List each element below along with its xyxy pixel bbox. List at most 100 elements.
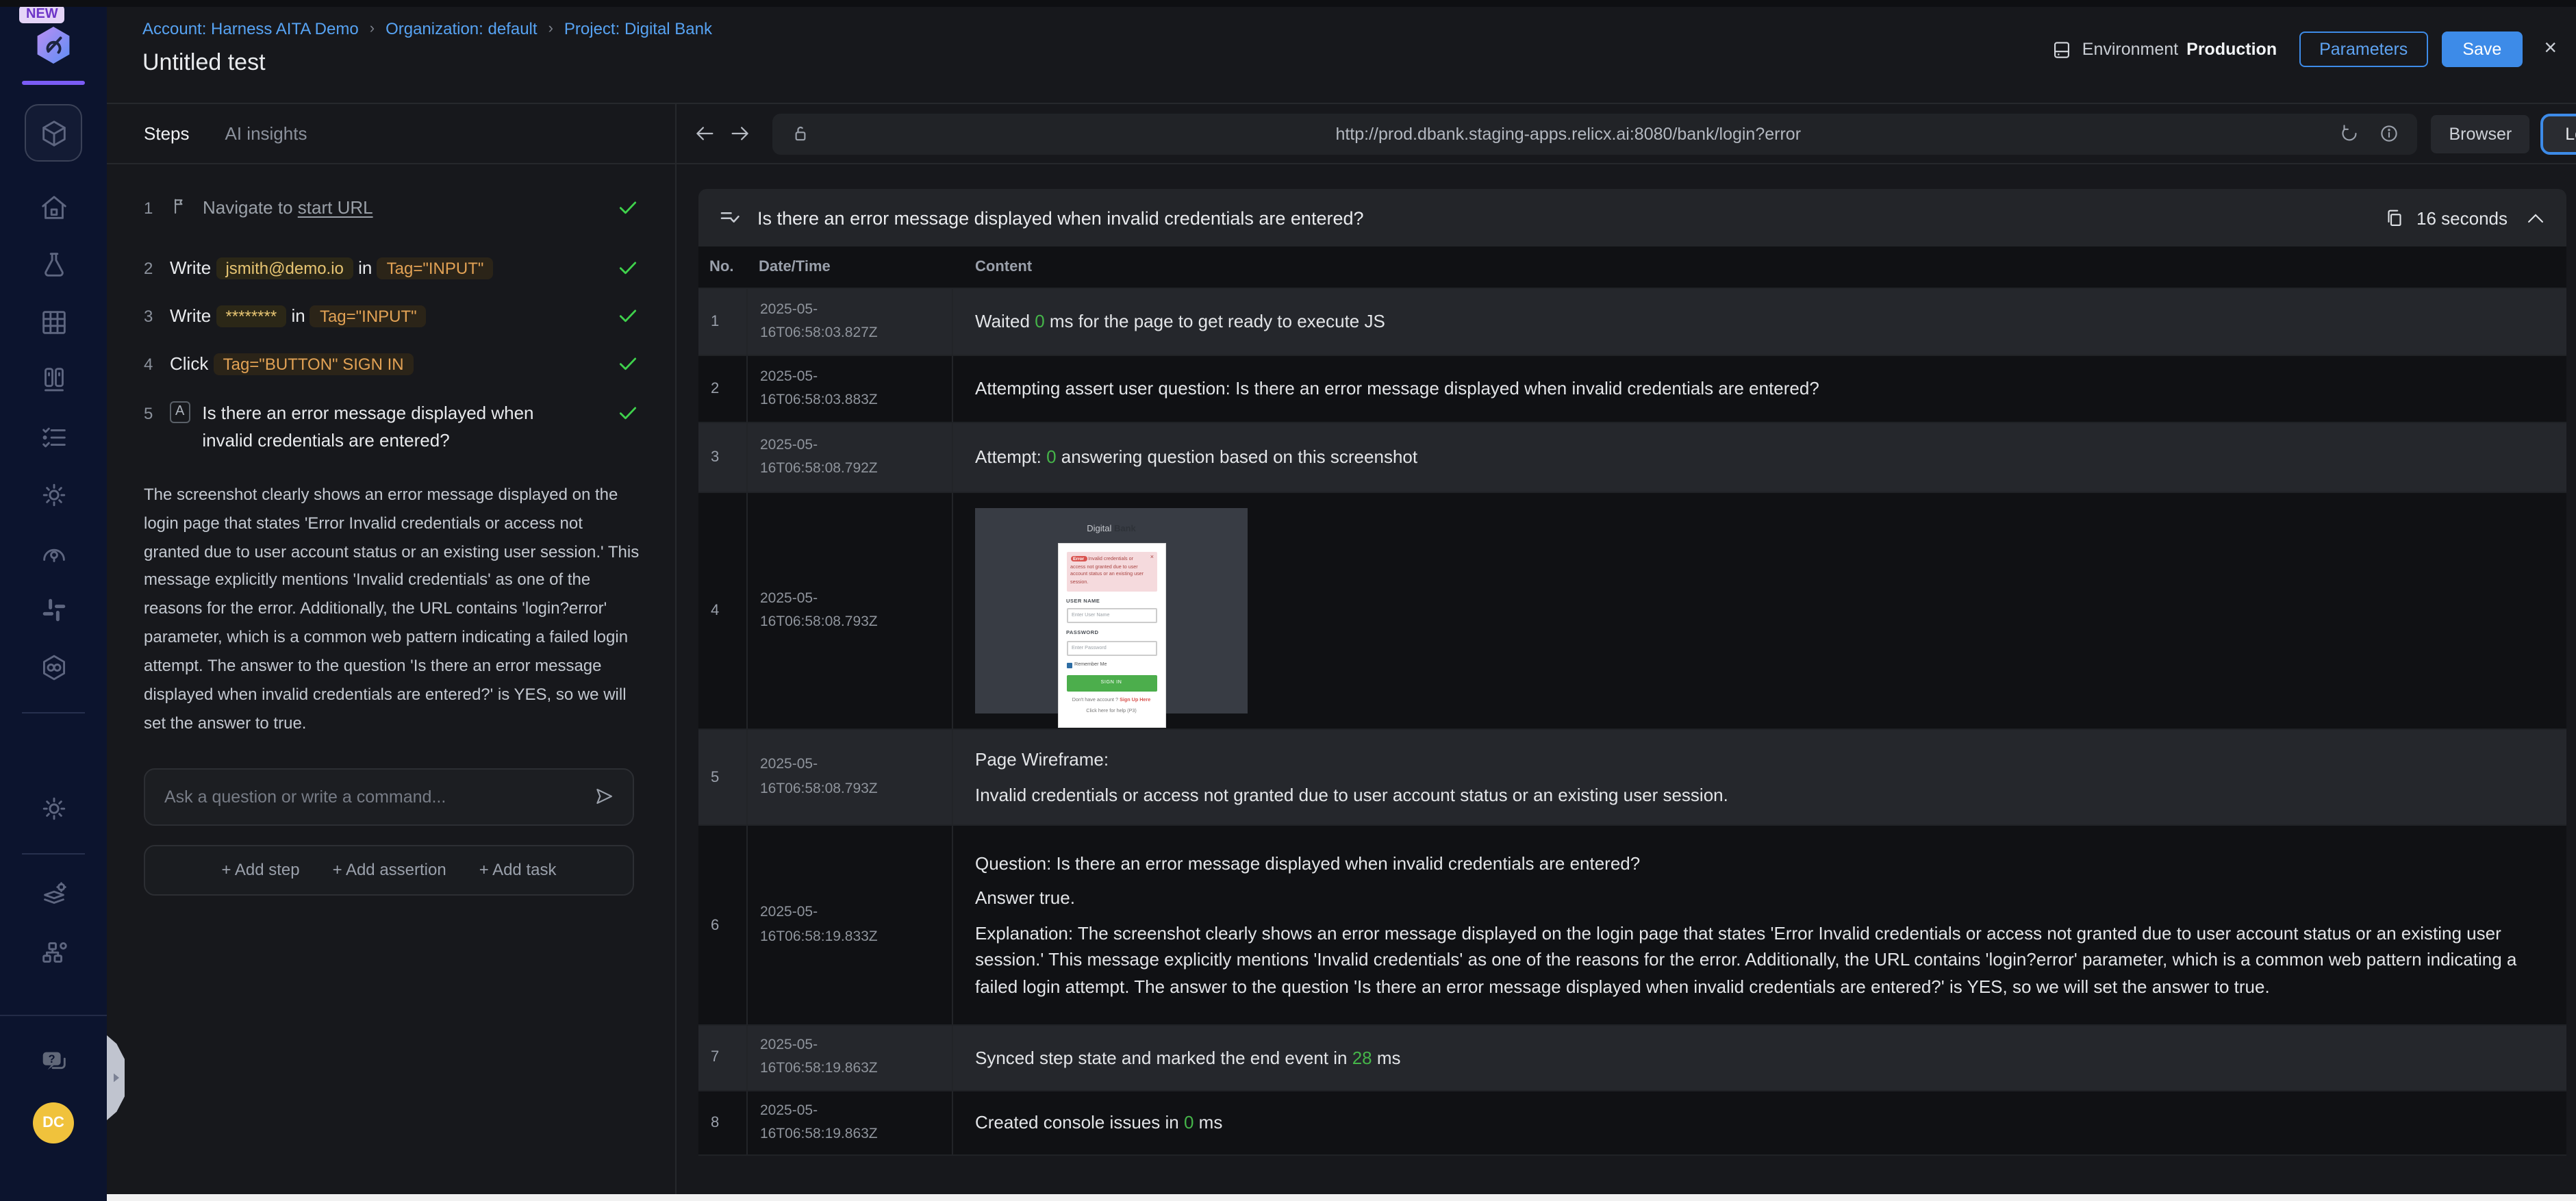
log-row: 1 2025-05- 16T06:58:03.827Z Waited 0 ms f… [698, 289, 2566, 356]
breadcrumb-org[interactable]: Organization: default [386, 19, 538, 38]
logs-button[interactable]: Lo [2540, 113, 2576, 154]
browser-button[interactable]: Browser [2431, 114, 2530, 153]
close-icon[interactable]: × [2544, 38, 2557, 60]
row-date-line1: 2025-05- [760, 590, 818, 607]
row-date-line2: 16T06:58:19.863Z [760, 1125, 878, 1142]
thumb-brand: Digital Bank [1087, 523, 1136, 537]
row-date-line1: 2025-05- [760, 1037, 818, 1053]
sidebar-divider-2 [22, 853, 85, 855]
thumb-error-banner: Error Invalid credentials or access not … [1066, 551, 1157, 592]
thumb-login-card: Error Invalid credentials or access not … [1058, 543, 1165, 727]
command-input-box [144, 768, 634, 826]
info-icon[interactable] [2378, 122, 2401, 145]
assertion-log-header[interactable]: Is there an error message displayed when… [698, 189, 2566, 246]
row-date-line1: 2025-05- [760, 1102, 818, 1119]
row-text: answering question based on this screens… [1056, 446, 1418, 468]
row-text: Waited [975, 311, 1035, 332]
home-icon[interactable] [38, 192, 69, 223]
thumb-remember-label: Remember Me [1074, 661, 1107, 668]
row-no: 7 [698, 1026, 748, 1090]
chevron-up-icon[interactable] [2524, 206, 2547, 229]
library-icon[interactable] [38, 364, 69, 396]
row-text: ms [1372, 1047, 1401, 1068]
row-content: Created console issues in 0 ms [953, 1091, 2566, 1154]
harness-logo[interactable] [33, 23, 74, 67]
flask-icon[interactable] [38, 249, 69, 281]
avatar[interactable]: DC [33, 1102, 74, 1143]
start-url-link[interactable]: start URL [298, 197, 373, 218]
step-value-badge: ******** [216, 305, 287, 328]
step-row-5[interactable]: 5 A Is there an error message displayed … [144, 399, 642, 455]
save-button[interactable]: Save [2442, 31, 2523, 67]
step-text-prefix: Navigate to [203, 197, 293, 218]
step-row-1[interactable]: 1 Navigate to start URL [144, 194, 642, 222]
send-icon[interactable] [593, 785, 616, 808]
help-chat-icon[interactable]: ? [38, 1046, 69, 1078]
active-module-indicator [22, 81, 85, 85]
step-number: 4 [144, 355, 153, 375]
breadcrumb-project[interactable]: Project: Digital Bank [564, 19, 712, 38]
step-number: 3 [144, 307, 153, 327]
row-no: 4 [698, 493, 748, 729]
pipelines-icon[interactable] [38, 652, 69, 683]
sidebar-item-module[interactable] [25, 104, 82, 162]
add-assertion-button[interactable]: + Add assertion [333, 860, 446, 879]
environment-icon [2054, 41, 2070, 58]
step-target-badge: Tag="INPUT" [310, 305, 427, 328]
layers-settings-icon[interactable] [38, 879, 69, 911]
row-highlight: 0 [1046, 446, 1057, 468]
content-row: Steps AI insights 1 Navigate to start UR… [107, 104, 2576, 1194]
log-row: 3 2025-05- 16T06:58:08.792Z Attempt: 0 an… [698, 423, 2566, 493]
incognito-agent-icon[interactable] [38, 537, 69, 568]
new-badge: NEW [19, 5, 65, 23]
row-date-line2: 16T06:58:08.793Z [760, 614, 878, 630]
parameters-button[interactable]: Parameters [2299, 31, 2429, 67]
tab-steps[interactable]: Steps [144, 123, 190, 144]
sidebar: NEW ? DC [0, 0, 107, 1201]
browser-area: http://prod.dbank.staging-apps.relicx.ai… [677, 104, 2576, 1194]
step-row-4[interactable]: 4 Click Tag="BUTTON" SIGN IN [144, 351, 642, 379]
gear-icon[interactable] [38, 479, 69, 511]
grid-icon[interactable] [38, 307, 69, 338]
row-date: 2025-05- 16T06:58:03.883Z [748, 356, 953, 422]
command-input[interactable] [162, 785, 593, 808]
step-text: Write ******** in Tag="INPUT" [170, 303, 427, 331]
back-arrow-icon[interactable] [693, 122, 716, 145]
environment-value: Production [2186, 40, 2277, 59]
url-bar[interactable]: http://prod.dbank.staging-apps.relicx.ai… [772, 113, 2418, 154]
check-icon [619, 201, 637, 214]
duration-badge: 16 seconds [2416, 207, 2508, 228]
breadcrumb-separator: › [369, 21, 375, 37]
step-conjunction: in [358, 257, 372, 279]
step-row-2[interactable]: 2 Write jsmith@demo.io in Tag="INPUT" [144, 255, 642, 282]
assert-list-icon [720, 212, 740, 223]
tab-ai-insights[interactable]: AI insights [225, 123, 307, 144]
screenshot-thumbnail[interactable]: Digital Bank Error Invalid credentials o… [975, 508, 1248, 727]
network-settings-icon[interactable] [38, 937, 69, 968]
environment-selector[interactable]: Environment Production [2051, 38, 2277, 61]
row-date-line2: 16T06:58:19.863Z [760, 1060, 878, 1077]
assertion-explanation: The screenshot clearly shows an error me… [144, 484, 640, 733]
add-step-button[interactable]: + Add step [222, 860, 300, 879]
row-date-line1: 2025-05- [760, 301, 818, 318]
thumb-help-text: Click here for help (P3) [1086, 708, 1137, 714]
breadcrumb-account[interactable]: Account: Harness AITA Demo [142, 19, 359, 38]
add-task-button[interactable]: + Add task [479, 860, 557, 879]
forward-arrow-icon[interactable] [729, 122, 752, 145]
row-date-line1: 2025-05- [760, 756, 818, 773]
row-date-line2: 16T06:58:08.793Z [760, 780, 878, 796]
refresh-icon[interactable] [2338, 122, 2362, 145]
thumb-username-label: USER NAME [1066, 598, 1100, 604]
browser-toolbar: http://prod.dbank.staging-apps.relicx.ai… [677, 104, 2576, 164]
url-bar-actions [2338, 122, 2401, 145]
step-target-badge: Tag="BUTTON" SIGN IN [213, 353, 414, 376]
unlock-icon [795, 126, 806, 141]
cube-icon [42, 120, 65, 146]
checklist-icon[interactable] [38, 422, 69, 453]
copy-icon[interactable] [2382, 206, 2405, 229]
step-row-3[interactable]: 3 Write ******** in Tag="INPUT" [144, 303, 642, 331]
settings-icon[interactable] [38, 793, 69, 824]
slack-icon[interactable] [38, 594, 69, 626]
add-actions-bar: + Add step + Add assertion + Add task [144, 844, 634, 896]
window-top-edge [0, 0, 2576, 7]
